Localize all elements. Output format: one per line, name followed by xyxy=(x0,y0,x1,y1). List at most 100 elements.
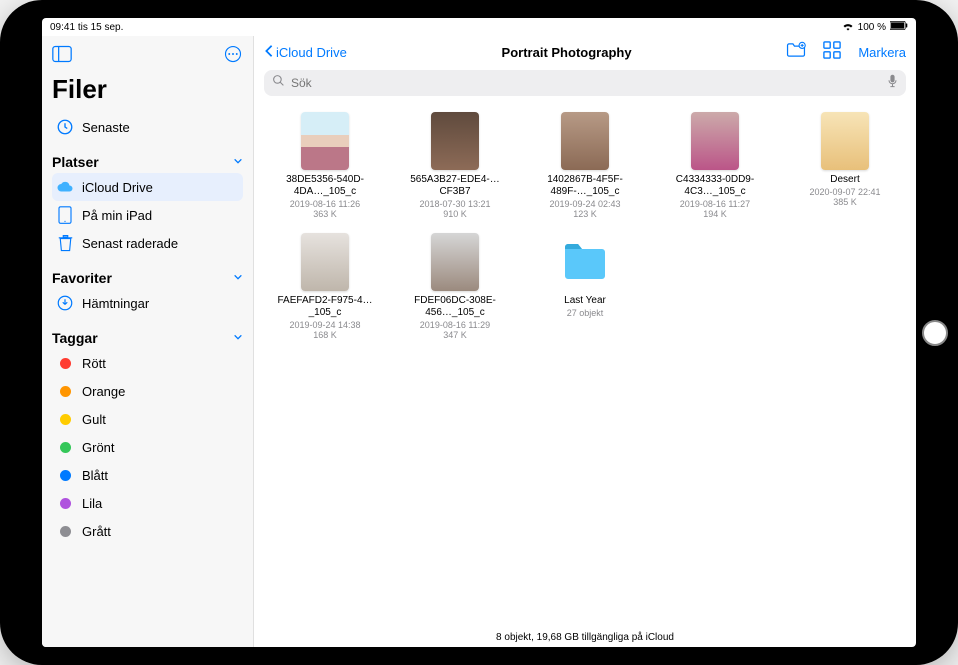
page-title: Portrait Photography xyxy=(355,45,779,60)
file-name: 38DE5356-540D-4DA…_105_c xyxy=(275,174,375,198)
tag-dot-icon xyxy=(56,382,74,400)
file-item[interactable]: FAEFAFD2-F975-4…_105_c2019-09-24 14:3816… xyxy=(264,233,386,340)
sidebar-tag-item[interactable]: Blått xyxy=(52,461,243,489)
file-name: Desert xyxy=(830,174,859,186)
status-bar: 09:41 tis 15 sep. 100 % xyxy=(42,18,916,36)
status-time: 09:41 tis 15 sep. xyxy=(50,22,123,33)
file-item[interactable]: 565A3B27-EDE4-…CF3B72018-07-30 13:21910 … xyxy=(394,112,516,219)
search-input[interactable] xyxy=(291,76,881,90)
sidebar-tag-item[interactable]: Grönt xyxy=(52,433,243,461)
file-date: 2020-09-07 22:41 xyxy=(809,187,880,197)
file-date: 2019-09-24 02:43 xyxy=(549,199,620,209)
sidebar-tag-item[interactable]: Lila xyxy=(52,489,243,517)
sidebar-item-label: Grått xyxy=(82,524,111,539)
file-size: 194 K xyxy=(703,209,727,219)
file-size: 168 K xyxy=(313,330,337,340)
file-name: Last Year xyxy=(564,295,606,307)
file-thumbnail xyxy=(301,112,349,170)
ipad-icon xyxy=(56,206,74,224)
file-name: FAEFAFD2-F975-4…_105_c xyxy=(275,295,375,319)
sidebar-item-label: Senaste xyxy=(82,120,130,135)
file-date: 2019-08-16 11:27 xyxy=(680,199,750,209)
file-thumbnail xyxy=(431,233,479,291)
section-header-label: Taggar xyxy=(52,330,98,346)
tag-dot-icon xyxy=(56,410,74,428)
file-item[interactable]: C4334333-0DD9-4C3…_105_c2019-08-16 11:27… xyxy=(654,112,776,219)
file-size: 363 K xyxy=(313,209,337,219)
search-field[interactable] xyxy=(264,70,906,96)
chevron-left-icon xyxy=(264,44,274,61)
battery-text: 100 % xyxy=(858,22,886,33)
sidebar-toggle-icon[interactable] xyxy=(52,45,72,68)
sidebar-item-label: Grönt xyxy=(82,440,115,455)
section-header-label: Favoriter xyxy=(52,270,112,286)
home-button[interactable] xyxy=(922,320,948,346)
file-name: 1402867B-4F5F-489F-…_105_c xyxy=(535,174,635,198)
back-label: iCloud Drive xyxy=(276,45,347,60)
select-button[interactable]: Markera xyxy=(858,45,906,60)
file-name: 565A3B27-EDE4-…CF3B7 xyxy=(405,174,505,198)
file-item[interactable]: FDEF06DC-308E-456…_105_c2019-08-16 11:29… xyxy=(394,233,516,340)
file-name: FDEF06DC-308E-456…_105_c xyxy=(405,295,505,319)
clock-icon xyxy=(56,118,74,136)
file-item[interactable]: 1402867B-4F5F-489F-…_105_c2019-09-24 02:… xyxy=(524,112,646,219)
footer-status: 8 objekt, 19,68 GB tillgängliga på iClou… xyxy=(254,627,916,647)
sidebar-item-icloud-drive[interactable]: iCloud Drive xyxy=(52,173,243,201)
tag-dot-icon xyxy=(56,494,74,512)
chevron-down-icon xyxy=(233,269,243,287)
file-grid: 38DE5356-540D-4DA…_105_c2019-08-16 11:26… xyxy=(254,106,916,627)
file-meta: 27 objekt xyxy=(567,308,604,318)
tag-dot-icon xyxy=(56,354,74,372)
sidebar-item-recently-deleted[interactable]: Senast raderade xyxy=(52,229,243,257)
file-size: 123 K xyxy=(573,209,597,219)
sidebar-item-label: Hämtningar xyxy=(82,296,149,311)
sidebar-tag-item[interactable]: Gult xyxy=(52,405,243,433)
folder-item[interactable]: Last Year27 objekt xyxy=(524,233,646,340)
cloud-icon xyxy=(56,178,74,196)
file-date: 2019-09-24 14:38 xyxy=(289,320,360,330)
sidebar-tag-item[interactable]: Orange xyxy=(52,377,243,405)
app-title: Filer xyxy=(52,74,243,105)
sidebar-item-on-my-ipad[interactable]: På min iPad xyxy=(52,201,243,229)
file-thumbnail xyxy=(561,112,609,170)
tag-dot-icon xyxy=(56,522,74,540)
file-name: C4334333-0DD9-4C3…_105_c xyxy=(665,174,765,198)
folder-icon xyxy=(561,233,609,291)
sidebar-tag-item[interactable]: Grått xyxy=(52,517,243,545)
more-icon[interactable] xyxy=(223,45,243,68)
file-thumbnail xyxy=(301,233,349,291)
sidebar-section-favorites[interactable]: Favoriter xyxy=(52,267,243,289)
file-date: 2019-08-16 11:26 xyxy=(290,199,360,209)
sidebar-tag-item[interactable]: Rött xyxy=(52,349,243,377)
file-thumbnail xyxy=(821,112,869,170)
download-icon xyxy=(56,294,74,312)
sidebar-item-label: Rött xyxy=(82,356,106,371)
sidebar-item-downloads[interactable]: Hämtningar xyxy=(52,289,243,317)
chevron-down-icon xyxy=(233,153,243,171)
trash-icon xyxy=(56,234,74,252)
file-thumbnail xyxy=(691,112,739,170)
file-item[interactable]: 38DE5356-540D-4DA…_105_c2019-08-16 11:26… xyxy=(264,112,386,219)
sidebar-section-tags[interactable]: Taggar xyxy=(52,327,243,349)
sidebar-section-locations[interactable]: Platser xyxy=(52,151,243,173)
new-folder-icon[interactable] xyxy=(786,41,806,64)
sidebar-item-label: Gult xyxy=(82,412,106,427)
sidebar-recents[interactable]: Senaste xyxy=(52,113,243,141)
file-date: 2018-07-30 13:21 xyxy=(419,199,490,209)
mic-icon[interactable] xyxy=(887,74,898,93)
battery-icon xyxy=(890,21,908,33)
search-icon xyxy=(272,74,285,92)
tag-dot-icon xyxy=(56,466,74,484)
file-date: 2019-08-16 11:29 xyxy=(420,320,490,330)
file-size: 385 K xyxy=(833,197,857,207)
view-grid-icon[interactable] xyxy=(822,41,842,64)
back-button[interactable]: iCloud Drive xyxy=(264,44,347,61)
file-item[interactable]: Desert2020-09-07 22:41385 K xyxy=(784,112,906,219)
sidebar-item-label: iCloud Drive xyxy=(82,180,153,195)
sidebar-item-label: Senast raderade xyxy=(82,236,178,251)
sidebar-item-label: Lila xyxy=(82,496,102,511)
chevron-down-icon xyxy=(233,329,243,347)
file-size: 910 K xyxy=(443,209,467,219)
sidebar-item-label: Blått xyxy=(82,468,108,483)
wifi-icon xyxy=(842,21,854,34)
